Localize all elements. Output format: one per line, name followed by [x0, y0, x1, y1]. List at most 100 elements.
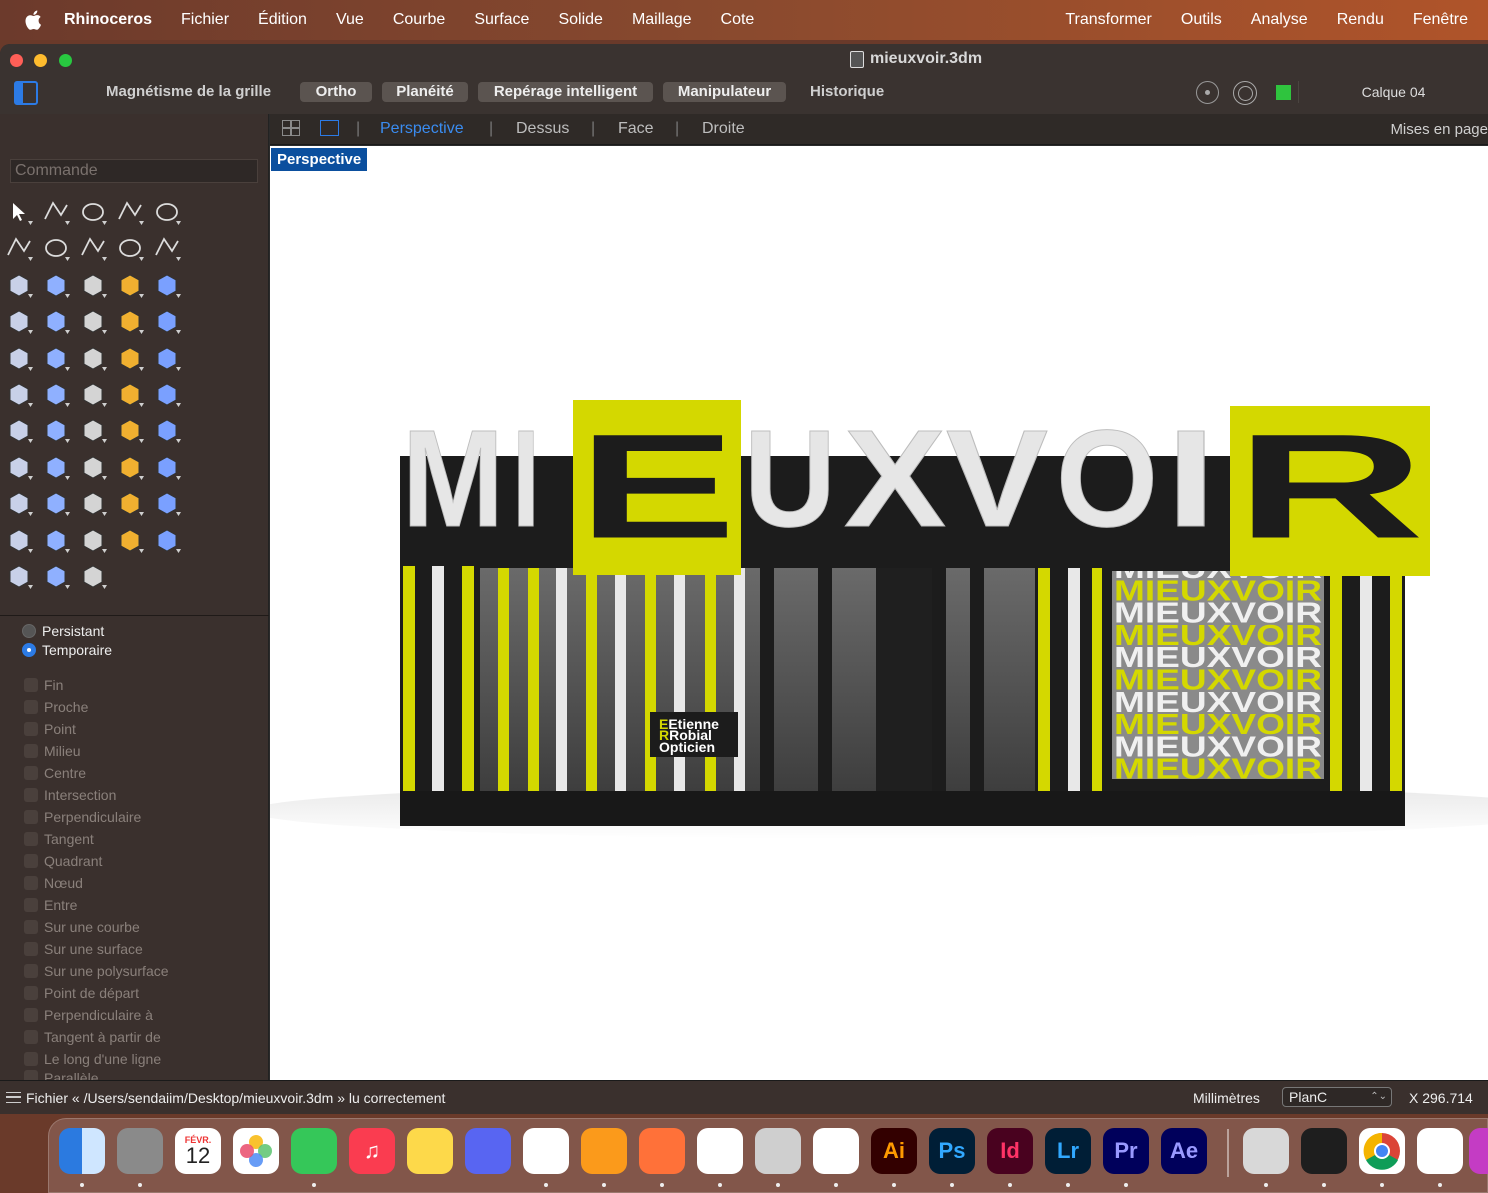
trim-icon[interactable]	[115, 306, 145, 336]
mirror-icon[interactable]	[78, 379, 108, 409]
checkbox-icon[interactable]	[24, 1008, 38, 1022]
osnap-item[interactable]: Sur une courbe	[24, 916, 169, 938]
disk-utility-icon[interactable]	[755, 1128, 801, 1174]
color-wheel-icon[interactable]	[78, 525, 108, 555]
menu-solid[interactable]: Solide	[558, 11, 602, 29]
gumball-toggle[interactable]: Manipulateur	[663, 82, 786, 102]
tab-perspective[interactable]: Perspective	[380, 120, 464, 138]
tab-right[interactable]: Droite	[702, 120, 745, 138]
grid-snap-toggle[interactable]: Magnétisme de la grille	[106, 83, 271, 100]
paint-icon[interactable]	[4, 452, 34, 482]
fillet-curve-icon[interactable]	[152, 233, 182, 263]
firefox-icon[interactable]	[639, 1128, 685, 1174]
menu-analyze[interactable]: Analyse	[1222, 11, 1308, 29]
apple-icon[interactable]	[24, 10, 42, 30]
osnap-item[interactable]: Perpendiculaire	[24, 806, 169, 828]
checkbox-icon[interactable]	[24, 766, 38, 780]
ellipse-icon[interactable]	[4, 233, 34, 263]
osnap-item[interactable]: Nœud	[24, 872, 169, 894]
move-icon[interactable]	[78, 343, 108, 373]
menu-dimension[interactable]: Cote	[721, 11, 755, 29]
osnap-item[interactable]: Centre	[24, 762, 169, 784]
ortho-toggle[interactable]: Ortho	[300, 82, 372, 102]
arc-icon[interactable]	[41, 233, 71, 263]
vscode-icon[interactable]	[523, 1128, 569, 1174]
osnap-item[interactable]: Perpendiculaire à	[24, 1004, 169, 1026]
finder-icon[interactable]	[59, 1128, 105, 1174]
render-icon[interactable]	[78, 488, 108, 518]
material-icon[interactable]	[115, 525, 145, 555]
visual-studio-icon[interactable]	[1417, 1128, 1463, 1174]
units-label[interactable]: Millimètres	[1193, 1090, 1260, 1106]
sphere-blue-icon[interactable]	[4, 561, 34, 591]
checkbox-icon[interactable]	[24, 920, 38, 934]
menu-curve[interactable]: Courbe	[393, 11, 445, 29]
osnap-item[interactable]: Tangent	[24, 828, 169, 850]
boolean-icon[interactable]	[115, 379, 145, 409]
maximize-window-button[interactable]	[59, 54, 72, 67]
osnap-item[interactable]: Point de départ	[24, 982, 169, 1004]
checkbox-icon[interactable]	[24, 942, 38, 956]
layer-color-swatch[interactable]	[1276, 85, 1291, 100]
viewport-label[interactable]: Perspective	[271, 148, 368, 171]
layouts-button[interactable]: Mises en page	[1390, 121, 1488, 138]
menu-edit[interactable]: Édition	[258, 11, 307, 29]
figma-icon[interactable]	[1301, 1128, 1347, 1174]
checkbox-icon[interactable]	[24, 876, 38, 890]
group-icon[interactable]	[4, 343, 34, 373]
menu-app[interactable]: Rhinoceros	[64, 11, 152, 29]
environment-icon[interactable]	[152, 525, 182, 555]
menu-transform[interactable]: Transformer	[1036, 11, 1152, 29]
menu-mesh[interactable]: Maillage	[632, 11, 692, 29]
checkbox-icon[interactable]	[24, 898, 38, 912]
osnap-item[interactable]: Milieu	[24, 740, 169, 762]
osnap-item[interactable]: Tangent à partir de	[24, 1026, 169, 1048]
polygon-icon[interactable]	[115, 233, 145, 263]
osnap-temporary[interactable]: Temporaire	[22, 642, 112, 658]
command-input[interactable]: Commande	[10, 159, 258, 183]
menu-file[interactable]: Fichier	[181, 11, 229, 29]
menu-surface[interactable]: Surface	[474, 11, 529, 29]
text-icon[interactable]	[152, 343, 182, 373]
join-icon[interactable]	[152, 306, 182, 336]
single-viewport-icon[interactable]	[320, 120, 339, 136]
radio-selected-icon[interactable]	[22, 643, 36, 657]
rotate-icon[interactable]	[115, 343, 145, 373]
menu-view[interactable]: Vue	[336, 11, 364, 29]
lights-icon[interactable]	[115, 488, 145, 518]
osnap-item[interactable]: Fin	[24, 674, 169, 696]
tab-top[interactable]: Dessus	[516, 120, 569, 138]
select-arrow-icon[interactable]	[4, 197, 34, 227]
check-icon[interactable]	[115, 415, 145, 445]
messages-icon[interactable]	[291, 1128, 337, 1174]
camera-icon[interactable]	[4, 488, 34, 518]
four-viewports-icon[interactable]	[282, 120, 300, 136]
checkbox-icon[interactable]	[24, 700, 38, 714]
calendar-icon[interactable]: FÉVR. 12	[175, 1128, 221, 1174]
box-icon[interactable]	[78, 270, 108, 300]
filter-icon[interactable]	[1196, 81, 1219, 104]
zoom-selected-icon[interactable]	[152, 452, 182, 482]
close-window-button[interactable]	[10, 54, 23, 67]
tab-front[interactable]: Face	[618, 120, 654, 138]
grid-array-icon[interactable]	[4, 415, 34, 445]
array-icon[interactable]	[41, 379, 71, 409]
after-effects-icon[interactable]: Ae	[1161, 1128, 1207, 1174]
perspective-viewport[interactable]: EEtienne RRobial Opticien MIEUXVOIR MIEUX…	[270, 146, 1488, 1080]
circle-icon[interactable]	[152, 197, 182, 227]
osnap-item[interactable]: Entre	[24, 894, 169, 916]
osnap-item[interactable]: Quadrant	[24, 850, 169, 872]
checkbox-icon[interactable]	[24, 1030, 38, 1044]
planar-toggle[interactable]: Planéité	[382, 82, 468, 102]
zoom-window-icon[interactable]	[78, 452, 108, 482]
history-toggle[interactable]: Historique	[810, 83, 884, 100]
checkbox-icon[interactable]	[24, 722, 38, 736]
chrome-icon[interactable]	[1359, 1128, 1405, 1174]
layout-icon[interactable]	[78, 561, 108, 591]
sphere-icon[interactable]	[115, 270, 145, 300]
menu-window[interactable]: Fenêtre	[1384, 11, 1468, 29]
osnap-item[interactable]: Sur une polysurface	[24, 960, 169, 982]
radio-icon[interactable]	[22, 624, 36, 638]
checkbox-icon[interactable]	[24, 832, 38, 846]
cylinder-icon[interactable]	[152, 270, 182, 300]
